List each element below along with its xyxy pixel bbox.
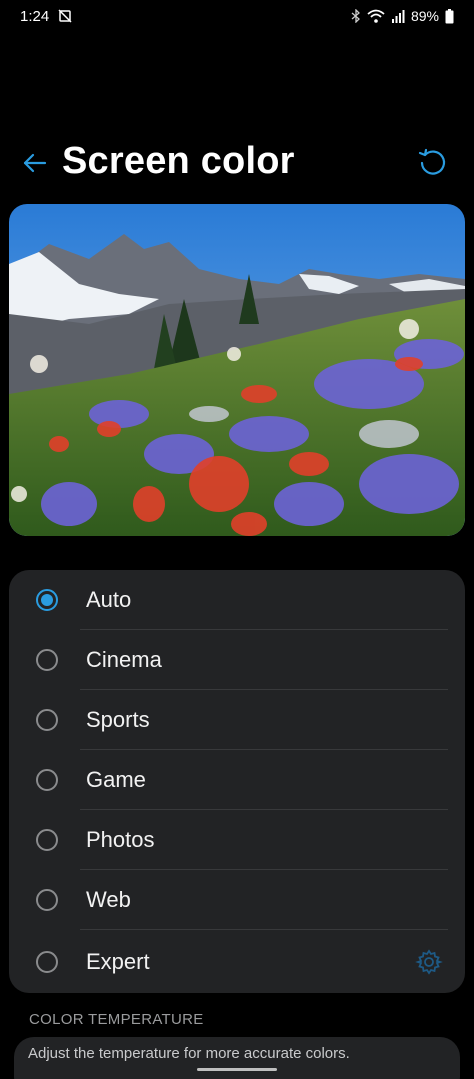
color-temperature-card[interactable]: Adjust the temperature for more accurate… (14, 1037, 460, 1079)
option-auto[interactable]: Auto (9, 570, 465, 630)
battery-text: 89% (410, 8, 439, 24)
radio-button[interactable] (36, 709, 58, 731)
signal-icon (391, 9, 405, 23)
radio-button[interactable] (36, 951, 58, 973)
radio-button[interactable] (36, 829, 58, 851)
option-expert[interactable]: Expert (9, 932, 465, 992)
status-bar: 1:24 89% (0, 0, 474, 36)
radio-button[interactable] (36, 769, 58, 791)
option-photos[interactable]: Photos (9, 810, 465, 870)
option-game[interactable]: Game (9, 750, 465, 810)
header: Screen color (0, 130, 474, 194)
option-label: Game (86, 767, 146, 792)
screen: 1:24 89% Screen color Auto Cinema Sports… (0, 0, 474, 1079)
navigation-handle[interactable] (197, 1068, 277, 1071)
status-time: 1:24 (20, 8, 50, 25)
wifi-icon (367, 9, 385, 23)
color-temperature-description: Adjust the temperature for more accurate… (28, 1045, 350, 1062)
option-sports[interactable]: Sports (9, 690, 465, 750)
battery-icon (445, 8, 454, 24)
radio-button[interactable] (36, 889, 58, 911)
option-web[interactable]: Web (9, 870, 465, 930)
radio-button[interactable] (36, 649, 58, 671)
do-not-disturb-icon (58, 9, 72, 23)
option-label: Auto (86, 587, 132, 612)
gear-icon[interactable] (415, 948, 443, 976)
radio-button-selected[interactable] (36, 589, 58, 611)
option-label: Photos (86, 827, 155, 852)
option-label: Cinema (86, 647, 162, 672)
color-temperature-header: COLOR TEMPERATURE (29, 1011, 204, 1028)
back-arrow-icon[interactable] (20, 148, 50, 178)
status-right: 89% (351, 8, 454, 24)
option-label: Web (86, 887, 131, 912)
page-title: Screen color (62, 140, 295, 182)
reset-icon[interactable] (416, 146, 448, 178)
screen-mode-options: Auto Cinema Sports Game Photos Web Exper… (9, 570, 465, 993)
option-cinema[interactable]: Cinema (9, 630, 465, 690)
preview-image (9, 204, 465, 536)
option-label: Sports (86, 707, 150, 732)
option-label: Expert (86, 949, 150, 974)
bluetooth-icon (351, 9, 361, 23)
divider (80, 929, 448, 930)
